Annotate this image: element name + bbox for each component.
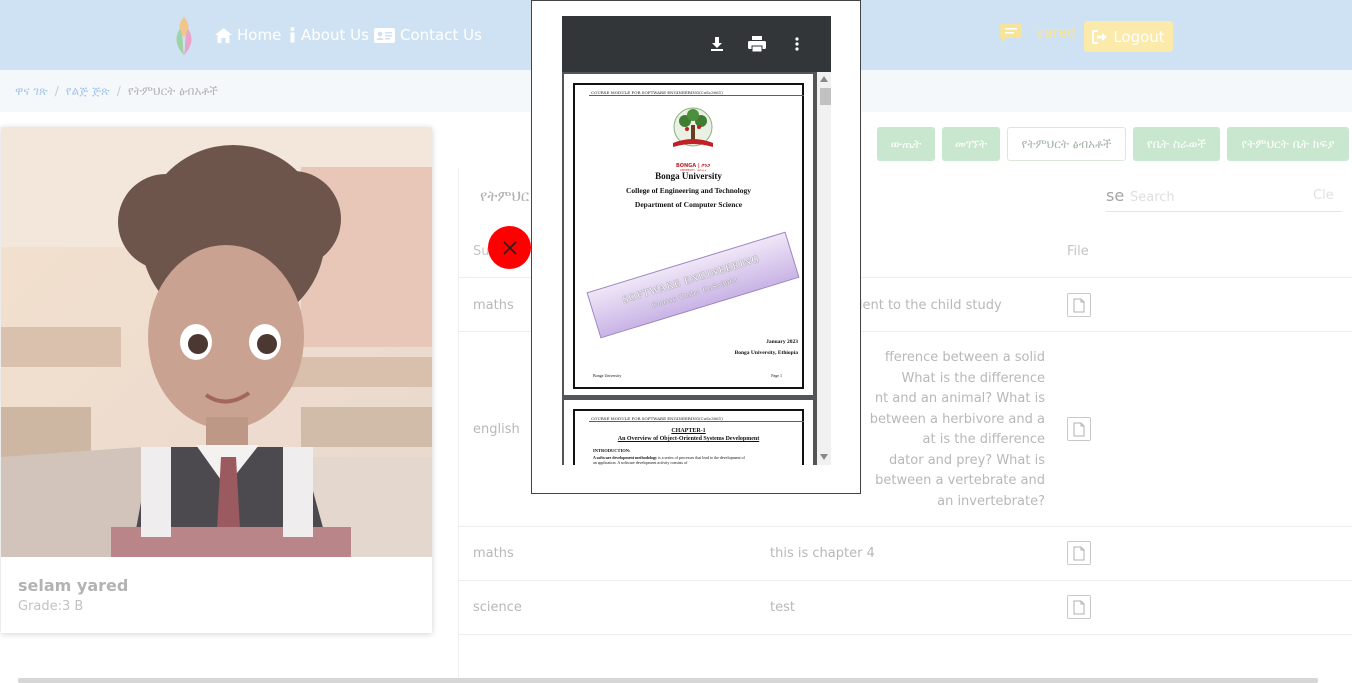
search-input[interactable]: [1130, 186, 1310, 208]
tab-results[interactable]: ውጤት: [877, 127, 935, 161]
table-cell-subject: english: [473, 422, 520, 437]
breadcrumb-separator: /: [116, 84, 121, 98]
pdf-viewer-modal: COURSE MODULE FOR SOFTWARE ENGINEERING(C…: [531, 0, 861, 494]
table-cell-subject: science: [473, 600, 522, 615]
file-download-button[interactable]: [1067, 541, 1091, 565]
profile-grade: Grade:3 B: [18, 599, 84, 614]
search-underline: [1106, 211, 1342, 212]
search-clear-button[interactable]: Cle: [1313, 188, 1334, 203]
intro-text-line2: an application. A software development a…: [593, 460, 688, 465]
breadcrumb-current: የትምህርት ፅብአቶች: [127, 83, 218, 98]
course-title-banner: SOFTWARE ENGINEERING Course Code: CoSc30…: [586, 231, 800, 339]
table-cell-description: udent to the child study: [846, 298, 1002, 313]
pdf-document-view[interactable]: COURSE MODULE FOR SOFTWARE ENGINEERING(C…: [562, 72, 831, 465]
nav-home-link[interactable]: Home: [215, 25, 281, 45]
more-options-button[interactable]: [787, 34, 807, 54]
logout-button[interactable]: Logout: [1084, 21, 1173, 52]
tab-attendance[interactable]: መገኘት: [942, 127, 1000, 161]
file-download-button[interactable]: [1067, 417, 1091, 441]
header-rule: [589, 95, 804, 96]
pdf-toolbar: [562, 16, 831, 72]
header-rule: [589, 421, 804, 422]
chapter-title: An Overview of Object-Oriented Systems D…: [617, 436, 760, 442]
brand-logo[interactable]: [172, 15, 196, 57]
download-icon: [711, 37, 723, 51]
file-icon: [1073, 298, 1085, 312]
intro-heading: INTRODUCTION:: [593, 448, 631, 453]
download-button[interactable]: [707, 34, 727, 54]
horizontal-scrollbar[interactable]: [18, 678, 1318, 683]
logout-label: Logout: [1113, 27, 1165, 46]
search-prefix: se: [1106, 186, 1125, 205]
breadcrumb-separator: /: [54, 84, 59, 98]
print-icon: [748, 36, 766, 52]
nav-contact-label: Contact Us: [400, 26, 482, 44]
address-card-icon: [374, 27, 395, 43]
tab-learning-materials[interactable]: የትምህርት ፅብአቶች: [1007, 127, 1126, 161]
nav-about-label: About Us: [301, 26, 369, 44]
tab-homework[interactable]: የቤት ስራወች: [1133, 127, 1220, 161]
user-menu[interactable]: yared: [1000, 24, 1076, 42]
nav-about-link[interactable]: About Us: [289, 25, 369, 45]
banner-title: SOFTWARE ENGINEERING: [621, 253, 762, 306]
table-cell-subject: maths: [473, 546, 514, 561]
nav-contact-link[interactable]: Contact Us: [374, 25, 482, 45]
page-footer-right: Page 1: [771, 373, 782, 378]
row-divider: [458, 580, 1352, 581]
more-vertical-icon: [795, 37, 799, 51]
row-divider: [458, 526, 1352, 527]
home-icon: [215, 27, 232, 43]
table-cell-description: test: [770, 600, 795, 615]
tab-school-fee[interactable]: የትምህርት ቤት ክፍያ: [1227, 127, 1349, 161]
chat-icon: [1000, 24, 1022, 42]
breadcrumb-home[interactable]: ዋና ገጽ: [15, 84, 48, 99]
row-divider: [458, 634, 1352, 635]
university-name: Bonga University: [655, 171, 722, 181]
department-name: Department of Computer Science: [634, 200, 743, 209]
column-header-file[interactable]: File: [1067, 244, 1089, 259]
close-modal-button[interactable]: [488, 226, 531, 269]
profile-name: selam yared: [18, 576, 129, 595]
breadcrumb-child-profile[interactable]: የልጅ ጅጽ: [66, 84, 110, 99]
file-icon: [1073, 600, 1085, 614]
pdf-scrollbar[interactable]: [817, 72, 831, 465]
file-icon: [1073, 546, 1085, 560]
page-border: COURSE MODULE FOR SOFTWARE ENGINEERING(C…: [573, 83, 804, 389]
college-name: College of Engineering and Technology: [625, 186, 751, 195]
file-download-button[interactable]: [1067, 293, 1091, 317]
scroll-up-icon[interactable]: [820, 76, 828, 82]
cover-date: January 2023: [766, 339, 798, 345]
table-cell-description: this is chapter 4: [770, 546, 875, 561]
pdf-page-2: COURSE MODULE FOR SOFTWARE ENGINEERING(C…: [564, 400, 813, 465]
profile-card: [1, 127, 432, 633]
page-footer-left: Bonga University: [593, 373, 622, 378]
profile-avatar-image: [1, 127, 432, 557]
print-button[interactable]: [747, 34, 767, 54]
pdf-page-1: COURSE MODULE FOR SOFTWARE ENGINEERING(C…: [564, 74, 813, 395]
user-name: yared: [1036, 25, 1076, 41]
table-cell-subject: maths: [473, 298, 514, 313]
university-logo: [665, 105, 721, 163]
close-icon: [502, 240, 517, 255]
chapter-number: CHAPTER-1: [671, 428, 706, 434]
file-icon: [1073, 422, 1085, 436]
info-icon: [290, 27, 295, 43]
cover-location: Bonga University, Ethiopia: [734, 350, 798, 356]
nav-home-label: Home: [237, 26, 282, 44]
panel-title: የትምህር: [480, 187, 530, 205]
page-border: COURSE MODULE FOR SOFTWARE ENGINEERING(C…: [573, 409, 804, 465]
pdf-scroll-thumb[interactable]: [820, 88, 831, 105]
scroll-down-icon[interactable]: [820, 454, 828, 460]
file-download-button[interactable]: [1067, 595, 1091, 619]
logout-icon: [1092, 29, 1108, 44]
